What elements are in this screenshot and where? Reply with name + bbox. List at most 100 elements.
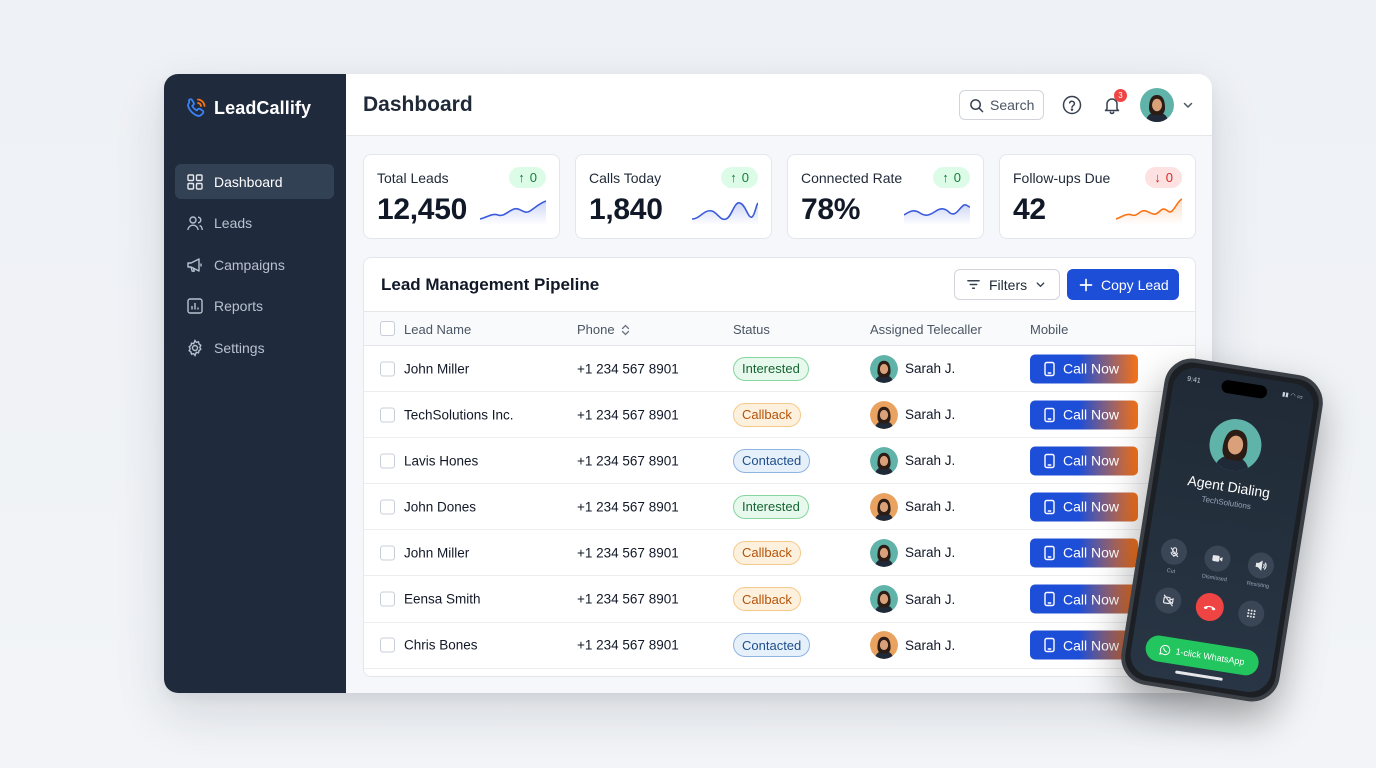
speaker-control[interactable]: Resisting bbox=[1244, 550, 1276, 591]
row-checkbox[interactable] bbox=[380, 407, 395, 423]
status-badge: Interested bbox=[733, 356, 809, 381]
lead-name: TechSolutions Inc. bbox=[404, 407, 514, 423]
brand-name: LeadCallify bbox=[214, 97, 312, 118]
sidebar-item-campaigns[interactable]: Campaigns bbox=[175, 247, 334, 282]
lead-pipeline-panel: Lead Management Pipeline Filters Copy Le… bbox=[363, 257, 1196, 677]
call-now-button[interactable]: Call Now bbox=[1030, 400, 1138, 430]
row-checkbox[interactable] bbox=[380, 453, 395, 469]
table-row[interactable]: Lavis Hones +1 234 567 8901 Contacted Sarah… bbox=[364, 438, 1195, 485]
call-now-label: Call Now bbox=[1063, 544, 1120, 561]
call-now-button[interactable]: Call Now bbox=[1030, 538, 1138, 568]
arrow-up-icon: ↑ bbox=[730, 170, 737, 185]
sidebar-item-dashboard[interactable]: Dashboard bbox=[175, 164, 334, 199]
column-header[interactable]: Lead Name bbox=[404, 322, 471, 337]
user-avatar[interactable] bbox=[1140, 88, 1174, 122]
row-checkbox[interactable] bbox=[380, 499, 395, 515]
row-checkbox[interactable] bbox=[380, 591, 395, 607]
telecaller-name: Sarah J. bbox=[905, 637, 956, 653]
stat-card-total-leads: Total Leads ↑ 0 12,450 bbox=[363, 154, 560, 239]
brand[interactable]: LeadCallify bbox=[184, 96, 311, 120]
sidebar-item-reports[interactable]: Reports bbox=[175, 289, 334, 324]
sidebar-item-label: Campaigns bbox=[214, 256, 285, 273]
camera-off-icon[interactable] bbox=[1153, 585, 1184, 616]
call-now-button[interactable]: Call Now bbox=[1030, 354, 1138, 384]
telecaller: Sarah J. bbox=[870, 585, 955, 614]
stat-label: Total Leads bbox=[377, 170, 449, 186]
phone-status-time: 9:41 bbox=[1186, 375, 1202, 385]
search-button[interactable]: Search bbox=[959, 90, 1044, 120]
copy-lead-button[interactable]: Copy Lead bbox=[1067, 269, 1179, 300]
video-control[interactable]: Dismissed bbox=[1201, 543, 1233, 584]
notification-bell-icon[interactable]: 3 bbox=[1102, 89, 1127, 115]
column-header[interactable]: Assigned Telecaller bbox=[870, 322, 982, 337]
whatsapp-button[interactable]: 1-click WhatsApp bbox=[1143, 633, 1261, 678]
telecaller: Sarah J. bbox=[870, 354, 955, 383]
lead-phone: +1 234 567 8901 bbox=[577, 361, 679, 377]
end-call-icon[interactable] bbox=[1193, 591, 1226, 624]
sidebar-nav: Dashboard Leads Campaigns Reports Settin… bbox=[175, 164, 334, 372]
call-now-label: Call Now bbox=[1063, 452, 1120, 469]
sidebar: LeadCallify Dashboard Leads Campaigns Re… bbox=[164, 74, 346, 693]
chevron-down-icon[interactable] bbox=[1182, 98, 1194, 110]
table-row[interactable]: Chris Bones +1 234 567 8901 Contacted Sarah… bbox=[364, 623, 1195, 669]
mute-control[interactable]: Cut bbox=[1158, 536, 1189, 577]
chevron-down-icon bbox=[1035, 279, 1046, 290]
mobile-icon bbox=[1044, 453, 1055, 468]
help-icon[interactable] bbox=[1062, 95, 1082, 115]
column-header-phone[interactable]: Phone bbox=[577, 322, 630, 337]
chart-icon bbox=[186, 297, 204, 315]
select-all-checkbox[interactable] bbox=[380, 321, 395, 336]
users-icon bbox=[186, 214, 204, 232]
phone-logo-icon bbox=[184, 96, 208, 120]
whatsapp-label: 1-click WhatsApp bbox=[1174, 646, 1246, 668]
mobile-icon bbox=[1044, 545, 1055, 561]
plus-icon bbox=[1079, 278, 1093, 292]
avatar bbox=[870, 492, 898, 521]
row-checkbox[interactable] bbox=[380, 361, 395, 377]
column-header[interactable]: Mobile bbox=[1030, 322, 1068, 337]
call-now-button[interactable]: Call Now bbox=[1030, 492, 1138, 522]
column-header[interactable]: Status bbox=[733, 322, 770, 337]
row-checkbox[interactable] bbox=[380, 637, 395, 653]
stat-delta: 0 bbox=[953, 170, 961, 185]
table-row[interactable]: Eensa Smith +1 234 567 8901 Callback Sarah … bbox=[364, 576, 1195, 623]
mobile-icon bbox=[1044, 591, 1055, 607]
avatar bbox=[870, 538, 898, 567]
control-label: Cut bbox=[1166, 567, 1176, 576]
search-label: Search bbox=[990, 97, 1035, 113]
table-row[interactable]: TechSolutions Inc. +1 234 567 8901 Callbac… bbox=[364, 392, 1195, 439]
status-badge: Callback bbox=[733, 587, 801, 612]
filters-button[interactable]: Filters bbox=[954, 269, 1060, 300]
sparkline bbox=[480, 200, 546, 225]
row-checkbox[interactable] bbox=[380, 545, 395, 561]
call-actions bbox=[1153, 585, 1267, 630]
lead-name: John Miller bbox=[404, 545, 470, 561]
sparkline bbox=[904, 204, 970, 225]
lead-phone: +1 234 567 8901 bbox=[577, 407, 679, 423]
sparkline bbox=[692, 202, 758, 225]
status-badge: Callback bbox=[733, 402, 801, 427]
stat-delta-badge: ↑ 0 bbox=[721, 167, 758, 188]
avatar bbox=[870, 631, 898, 660]
topbar: Dashboard Search 3 bbox=[346, 74, 1212, 136]
telecaller: Sarah J. bbox=[870, 446, 956, 475]
main-content: Dashboard Search 3 Total Leads ↑ 0 12,45… bbox=[346, 74, 1212, 693]
panel-title: Lead Management Pipeline bbox=[381, 275, 600, 294]
call-now-label: Call Now bbox=[1063, 360, 1120, 377]
telecaller-name: Sarah J. bbox=[905, 453, 956, 469]
lead-phone: +1 234 567 8901 bbox=[577, 545, 679, 561]
call-now-label: Call Now bbox=[1063, 591, 1120, 608]
table-row[interactable]: John Miller +1 234 567 8901 Callback Sarah … bbox=[364, 530, 1195, 577]
speaker-icon bbox=[1246, 550, 1276, 581]
sidebar-item-leads[interactable]: Leads bbox=[175, 206, 334, 241]
stat-label: Connected Rate bbox=[801, 170, 903, 186]
keypad-icon[interactable] bbox=[1236, 598, 1267, 629]
call-now-button[interactable]: Call Now bbox=[1030, 584, 1138, 614]
call-now-button[interactable]: Call Now bbox=[1030, 446, 1138, 476]
control-label: Resisting bbox=[1246, 580, 1270, 591]
sidebar-item-settings[interactable]: Settings bbox=[175, 330, 334, 365]
megaphone-icon bbox=[186, 256, 204, 274]
table-row[interactable]: John Dones +1 234 567 8901 Interested Sarah… bbox=[364, 484, 1195, 531]
stat-card-follow-ups-due: Follow-ups Due ↓ 0 42 bbox=[999, 154, 1196, 239]
table-row[interactable]: John Miller +1 234 567 8901 Interested Sara… bbox=[364, 346, 1195, 393]
